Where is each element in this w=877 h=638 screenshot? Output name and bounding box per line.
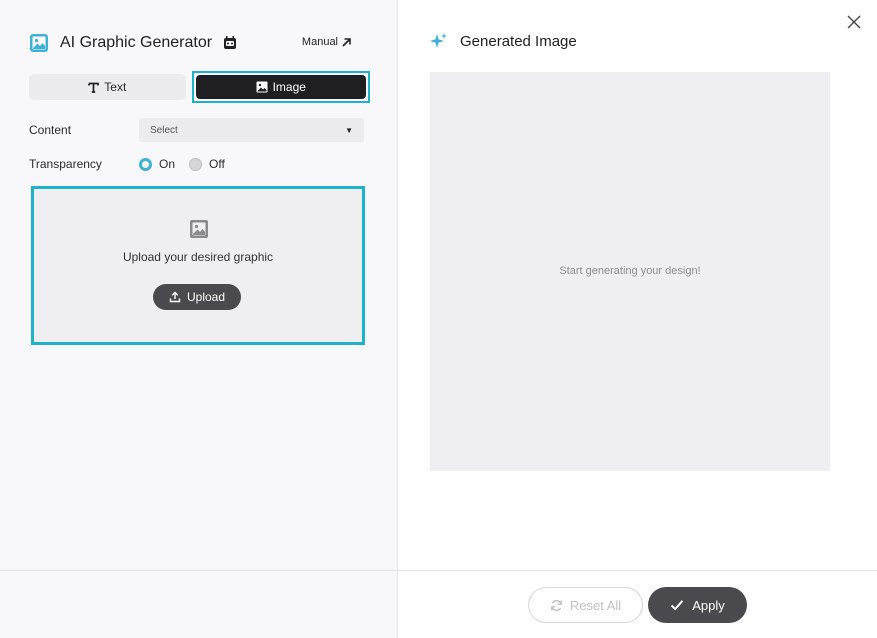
- tab-image-label: Image: [272, 80, 306, 94]
- content-row: Content Select ▼: [29, 118, 364, 142]
- close-icon: [847, 15, 861, 29]
- upload-dropzone-content: Upload your desired graphic Upload: [34, 189, 362, 342]
- text-icon: [88, 82, 100, 93]
- transparency-off-radio[interactable]: Off: [189, 157, 225, 171]
- mode-tabs: Text Image: [29, 71, 370, 103]
- caret-down-icon: ▼: [345, 125, 353, 135]
- transparency-off-label: Off: [209, 157, 225, 171]
- sparkle-icon: [430, 33, 447, 48]
- reset-all-label: Reset All: [569, 597, 622, 613]
- manual-link-label: Manual: [301, 36, 338, 48]
- image-placeholder-icon: [189, 219, 209, 239]
- transparency-on-label: On: [159, 157, 176, 171]
- preview-panel: Generated Image Start generating your de…: [398, 0, 877, 638]
- transparency-row: Transparency On Off: [29, 157, 364, 171]
- footer-divider: [0, 570, 398, 571]
- generated-image-canvas: Start generating your design!: [430, 72, 830, 471]
- transparency-radio-group: On Off: [139, 157, 233, 171]
- upload-prompt: Upload your desired graphic: [122, 250, 274, 264]
- apply-button[interactable]: Apply: [648, 587, 747, 623]
- image-icon: [256, 81, 268, 93]
- tab-text-label: Text: [104, 80, 127, 94]
- content-select[interactable]: Select ▼: [139, 118, 364, 142]
- check-icon: [671, 600, 684, 611]
- refresh-icon: [550, 599, 562, 611]
- ai-graphic-generator-dialog: AI Graphic Generator Manual Text Image C…: [0, 0, 877, 638]
- apply-label: Apply: [692, 597, 725, 613]
- upload-dropzone[interactable]: Upload your desired graphic Upload: [31, 186, 365, 345]
- reset-all-button[interactable]: Reset All: [528, 587, 643, 623]
- preview-placeholder-text: Start generating your design!: [559, 264, 701, 277]
- footer-divider: [398, 570, 877, 571]
- tab-text[interactable]: Text: [29, 74, 186, 100]
- manual-link[interactable]: Manual: [302, 36, 352, 48]
- radio-checked-icon: [139, 157, 152, 171]
- content-select-value: Select: [150, 124, 178, 136]
- content-label: Content: [29, 123, 72, 137]
- preview-title: Generated Image: [460, 33, 577, 50]
- panel-header: AI Graphic Generator Manual: [29, 32, 364, 54]
- robot-badge-icon: [222, 35, 238, 51]
- transparency-on-radio[interactable]: On: [139, 157, 175, 171]
- radio-unchecked-icon: [189, 157, 203, 171]
- panel-title: AI Graphic Generator: [60, 34, 213, 51]
- tab-image-highlight: Image: [191, 71, 370, 103]
- upload-button-label: Upload: [186, 290, 226, 304]
- close-button[interactable]: [846, 14, 862, 30]
- transparency-label: Transparency: [29, 157, 102, 171]
- tab-image[interactable]: Image: [195, 75, 366, 99]
- image-app-icon: [29, 33, 49, 53]
- upload-button[interactable]: Upload: [153, 284, 241, 310]
- preview-header: Generated Image: [429, 32, 577, 51]
- arrow-up-right-icon: [342, 37, 351, 47]
- upload-icon: [169, 291, 181, 303]
- settings-panel: AI Graphic Generator Manual Text Image C…: [0, 0, 398, 638]
